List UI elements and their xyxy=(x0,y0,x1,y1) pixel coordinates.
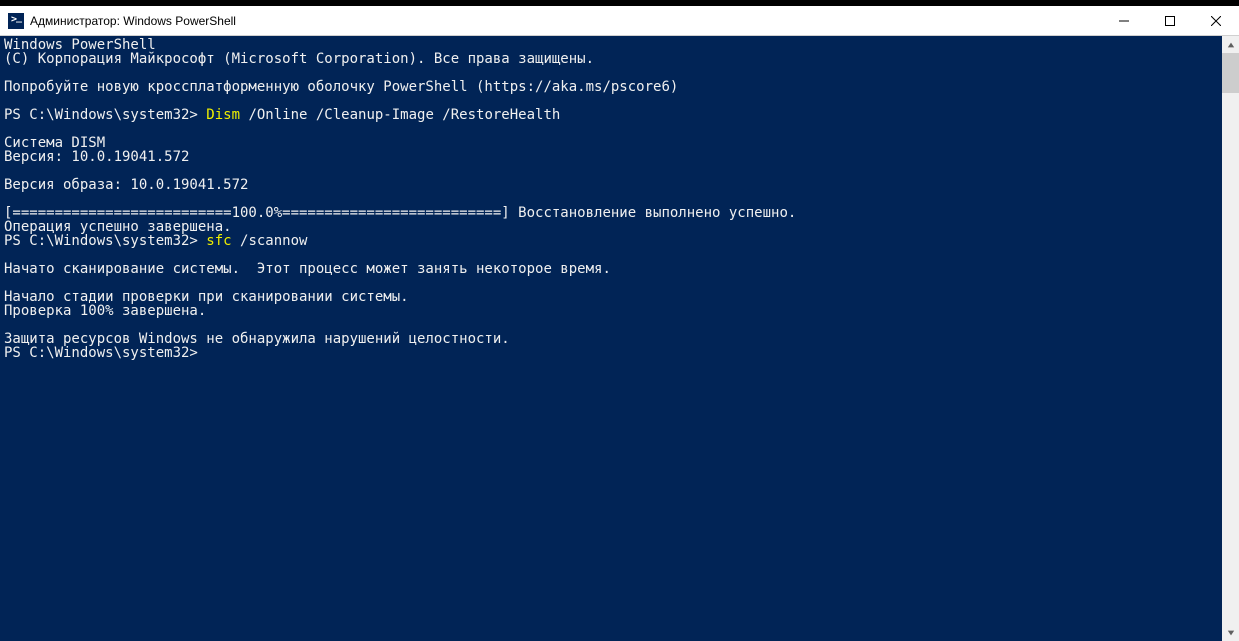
terminal-output[interactable]: Windows PowerShell(C) Корпорация Майкрос… xyxy=(0,36,1222,641)
scroll-up-button[interactable] xyxy=(1222,36,1239,53)
terminal-line: Версия: 10.0.19041.572 xyxy=(4,150,1222,164)
terminal-text: Версия: 10.0.19041.572 xyxy=(4,149,189,165)
terminal-text: /scannow xyxy=(232,233,308,249)
titlebar[interactable]: Администратор: Windows PowerShell xyxy=(0,6,1239,36)
terminal-line: Попробуйте новую кроссплатформенную обол… xyxy=(4,80,1222,94)
terminal-text: (C) Корпорация Майкрософт (Microsoft Cor… xyxy=(4,51,594,67)
vertical-scrollbar[interactable] xyxy=(1222,36,1239,641)
terminal-text: Dism xyxy=(206,107,240,123)
terminal-line xyxy=(4,248,1222,262)
terminal-text: Проверка 100% завершена. xyxy=(4,303,206,319)
terminal-line xyxy=(4,276,1222,290)
terminal-line: [==========================100.0%=======… xyxy=(4,206,1222,220)
terminal-text: PS C:\Windows\system32> xyxy=(4,107,206,123)
terminal-line: PS C:\Windows\system32> xyxy=(4,346,1222,360)
minimize-button[interactable] xyxy=(1101,6,1147,35)
terminal-text: Версия образа: 10.0.19041.572 xyxy=(4,177,248,193)
terminal-text: PS C:\Windows\system32> xyxy=(4,233,206,249)
terminal-line: Cистема DISM xyxy=(4,136,1222,150)
terminal-line xyxy=(4,122,1222,136)
close-button[interactable] xyxy=(1193,6,1239,35)
window-title: Администратор: Windows PowerShell xyxy=(30,14,1101,28)
terminal-line: Защита ресурсов Windows не обнаружила на… xyxy=(4,332,1222,346)
scroll-track[interactable] xyxy=(1222,53,1239,624)
terminal-line: Операция успешно завершена. xyxy=(4,220,1222,234)
terminal-line: Начало стадии проверки при сканировании … xyxy=(4,290,1222,304)
terminal-line: (C) Корпорация Майкрософт (Microsoft Cor… xyxy=(4,52,1222,66)
scroll-down-button[interactable] xyxy=(1222,624,1239,641)
terminal-line: PS C:\Windows\system32> Dism /Online /Cl… xyxy=(4,108,1222,122)
maximize-button[interactable] xyxy=(1147,6,1193,35)
terminal-line xyxy=(4,192,1222,206)
window-controls xyxy=(1101,6,1239,35)
powershell-icon xyxy=(8,13,24,29)
terminal-text: sfc xyxy=(206,233,231,249)
powershell-window: Администратор: Windows PowerShell Window… xyxy=(0,0,1239,641)
terminal-line xyxy=(4,318,1222,332)
terminal-text: PS C:\Windows\system32> xyxy=(4,345,198,361)
scroll-thumb[interactable] xyxy=(1222,53,1239,93)
terminal-line: PS C:\Windows\system32> sfc /scannow xyxy=(4,234,1222,248)
terminal-line: Проверка 100% завершена. xyxy=(4,304,1222,318)
terminal-area: Windows PowerShell(C) Корпорация Майкрос… xyxy=(0,36,1239,641)
terminal-line: Начато сканирование системы. Этот процес… xyxy=(4,262,1222,276)
terminal-line: Версия образа: 10.0.19041.572 xyxy=(4,178,1222,192)
terminal-text: /Online /Cleanup-Image /RestoreHealth xyxy=(240,107,560,123)
terminal-line xyxy=(4,94,1222,108)
terminal-text: Начато сканирование системы. Этот процес… xyxy=(4,261,611,277)
terminal-line xyxy=(4,164,1222,178)
terminal-line: Windows PowerShell xyxy=(4,38,1222,52)
terminal-line xyxy=(4,66,1222,80)
terminal-text: Попробуйте новую кроссплатформенную обол… xyxy=(4,79,678,95)
